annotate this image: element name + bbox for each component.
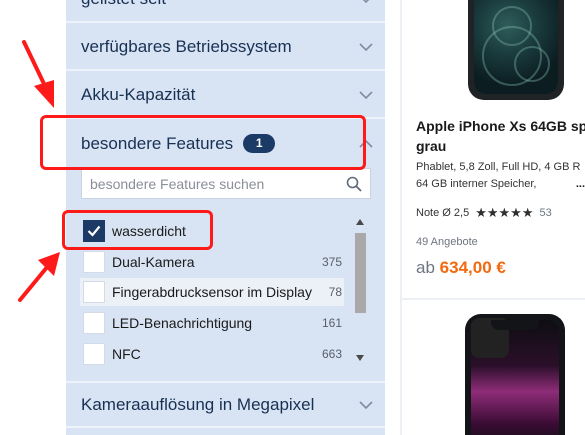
option-label: NFC: [112, 346, 141, 362]
accordion-besondere-features[interactable]: besondere Features 1: [66, 120, 385, 167]
search-icon[interactable]: [346, 176, 362, 192]
accordion-kameraaufloesung[interactable]: Kameraauflösung in Megapixel: [66, 381, 385, 428]
option-label: Fingerabdrucksensor im Display: [112, 284, 312, 300]
option-dual-kamera[interactable]: Dual-Kamera 375: [80, 248, 344, 276]
product-rating[interactable]: Note Ø 2,5 ★★★★★ 53: [416, 205, 552, 221]
option-nfc[interactable]: NFC 663: [80, 340, 344, 368]
phone-screen: [474, 0, 558, 94]
chevron-down-icon: [359, 42, 373, 51]
option-label: LED-Benachrichtigung: [112, 315, 253, 331]
chevron-down-icon: [363, 0, 369, 3]
chevron-down-icon: [359, 400, 373, 409]
phone-notch: [491, 320, 539, 330]
option-label: Dual-Kamera: [112, 254, 195, 270]
accordion-label: Kameraauflösung in Megapixel: [81, 394, 315, 414]
product-divider: [402, 298, 585, 300]
option-count: 161: [321, 316, 342, 330]
filter-panel: gelistet seit verfügbares Betriebssystem…: [66, 0, 385, 435]
scroll-up-arrow-icon[interactable]: [356, 219, 364, 225]
annotation-arrow-icon: [18, 252, 60, 302]
checkbox[interactable]: [83, 312, 105, 334]
checkmark-icon: [87, 225, 101, 237]
accordion-label: besondere Features: [81, 133, 234, 153]
options-scrollbar[interactable]: [353, 215, 367, 365]
product-title[interactable]: Apple iPhone Xs 64GB spac grau: [416, 116, 585, 156]
star-rating-icon: ★★★★★: [475, 205, 534, 220]
option-fingerabdrucksensor[interactable]: Fingerabdrucksensor im Display 78: [80, 278, 344, 306]
offers-count[interactable]: 49 Angebote: [416, 236, 478, 248]
product-description: Phablet, 5,8 Zoll, Full HD, 4 GB R 64 GB…: [416, 159, 585, 193]
accordion-label: Akku-Kapazität: [81, 84, 196, 104]
option-count: 663: [321, 347, 342, 361]
scrollbar-thumb[interactable]: [355, 233, 366, 313]
product-title-line: grau: [416, 138, 447, 154]
product-image-iphone-11[interactable]: [465, 314, 565, 435]
product-price[interactable]: ab 634,00 €: [416, 258, 506, 278]
option-wasserdicht[interactable]: wasserdicht: [80, 217, 344, 245]
checkbox[interactable]: [83, 343, 105, 365]
accordion-betriebssystem[interactable]: verfügbares Betriebssystem: [66, 24, 385, 71]
rating-label: Note Ø 2,5: [416, 207, 470, 219]
product-title-line: Apple iPhone Xs 64GB spac: [416, 118, 585, 134]
option-label: wasserdicht: [112, 223, 186, 239]
scroll-down-arrow-icon[interactable]: [356, 355, 364, 361]
rating-count: 53: [539, 207, 552, 219]
checkbox[interactable]: [83, 251, 105, 273]
features-search-input[interactable]: [82, 169, 332, 198]
accordion-akku-kapazitaet[interactable]: Akku-Kapazität: [66, 72, 385, 119]
product-desc-line: Phablet, 5,8 Zoll, Full HD, 4 GB R: [416, 161, 581, 173]
product-image-iphone-xs[interactable]: [468, 0, 564, 100]
accordion-gelistet-seit[interactable]: gelistet seit: [66, 0, 385, 23]
checkbox-checked[interactable]: [83, 220, 105, 242]
more-link[interactable]: ...: [576, 176, 585, 193]
option-led-benachrichtigung[interactable]: LED-Benachrichtigung 161: [80, 309, 344, 337]
chevron-down-icon: [359, 90, 373, 99]
accordion-label: verfügbares Betriebssystem: [81, 36, 292, 56]
column-divider: [400, 0, 402, 435]
price-prefix: ab: [416, 258, 435, 277]
wallpaper-ring: [514, 46, 550, 82]
option-count: 78: [328, 285, 342, 299]
accordion-label: gelistet seit: [81, 0, 166, 9]
chevron-up-icon: [359, 139, 373, 148]
selected-count-badge: 1: [243, 134, 276, 153]
option-count: 375: [321, 255, 342, 269]
annotation-arrow-icon: [22, 40, 54, 108]
checkbox[interactable]: [83, 281, 105, 303]
features-search-box: [81, 168, 371, 199]
price-value: 634,00 €: [439, 258, 506, 277]
product-desc-line: 64 GB interner Speicher,: [416, 178, 537, 190]
